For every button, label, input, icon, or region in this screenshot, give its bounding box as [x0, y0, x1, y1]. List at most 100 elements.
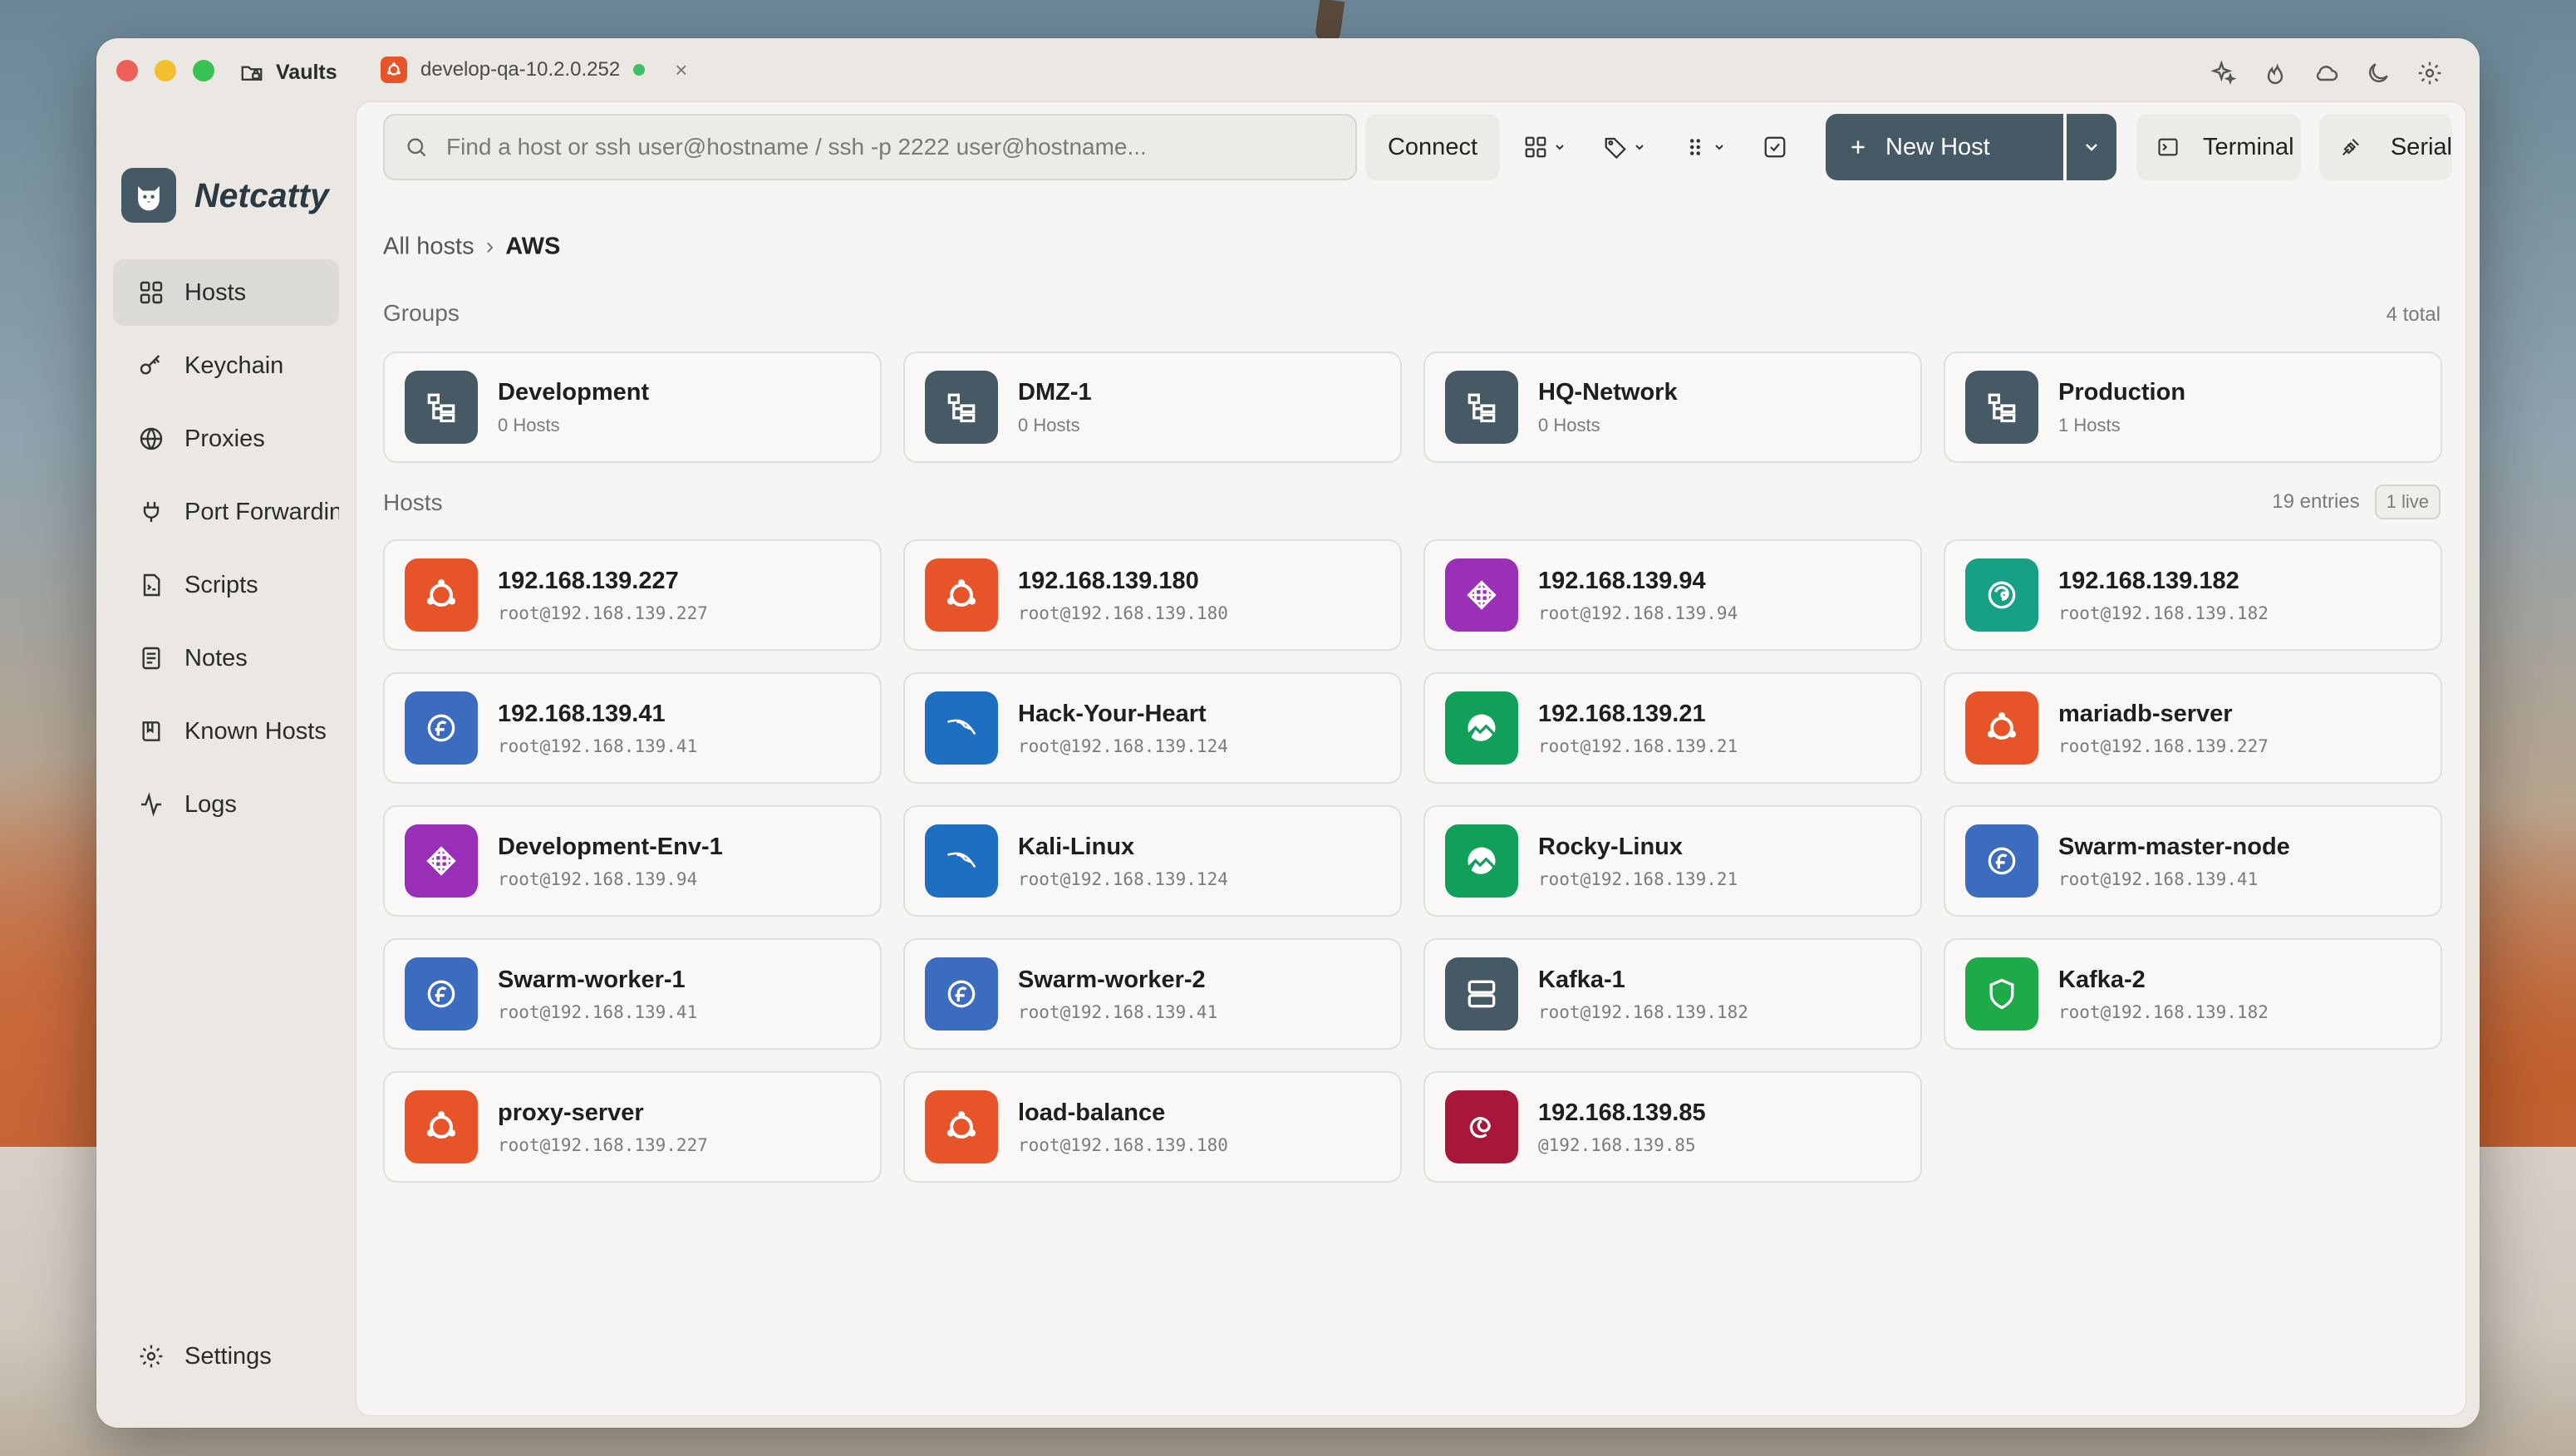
host-card[interactable]: load-balance root@192.168.139.180: [903, 1071, 1402, 1183]
new-host-label: New Host: [1885, 133, 1990, 160]
host-address: root@192.168.139.94: [1538, 603, 1738, 623]
select-mode-button[interactable]: [1762, 135, 1787, 160]
vaults-button[interactable]: Vaults: [239, 60, 337, 85]
hosts-section-label: Hosts: [383, 489, 443, 515]
host-card[interactable]: 192.168.139.41 root@192.168.139.41: [383, 672, 882, 784]
ubuntu-icon: [405, 1090, 478, 1163]
terminal-icon: [2158, 138, 2178, 156]
sort-dropdown[interactable]: [1683, 135, 1726, 160]
host-address: root@192.168.139.41: [2058, 868, 2259, 889]
chevron-down-icon: [1556, 145, 1564, 150]
toolbar: Connect New: [356, 102, 2465, 199]
minimize-window-button[interactable]: [155, 60, 176, 81]
sidebar-item-logs[interactable]: Logs: [113, 771, 339, 838]
groups-section-label: Groups: [383, 300, 460, 326]
sidebar-item-keychain[interactable]: Keychain: [113, 332, 339, 399]
host-card[interactable]: 192.168.139.180 root@192.168.139.180: [903, 539, 1402, 651]
group-tree-icon: [925, 371, 998, 444]
view-mode-dropdown[interactable]: [1523, 135, 1566, 160]
grid-icon: [1525, 136, 1546, 158]
group-card[interactable]: DMZ-1 0 Hosts: [903, 352, 1402, 463]
host-name: Swarm-worker-2: [1018, 966, 1206, 993]
host-card[interactable]: 192.168.139.227 root@192.168.139.227: [383, 539, 882, 651]
centos-icon: [1445, 558, 1518, 632]
host-card[interactable]: proxy-server root@192.168.139.227: [383, 1071, 882, 1183]
plug-icon: [143, 502, 160, 522]
host-card[interactable]: Development-Env-1 root@192.168.139.94: [383, 805, 882, 917]
sidebar-item-scripts[interactable]: Scripts: [113, 552, 339, 618]
host-address: root@192.168.139.41: [498, 735, 698, 756]
group-tree-icon: [1445, 371, 1518, 444]
host-card[interactable]: 192.168.139.182 root@192.168.139.182: [1944, 539, 2442, 651]
host-name: 192.168.139.21: [1538, 700, 1706, 727]
sidebar-item-label: Hosts: [184, 278, 247, 306]
host-address: root@192.168.139.21: [1538, 735, 1738, 756]
new-host-dropdown-button[interactable]: [2067, 114, 2116, 180]
terminal-button[interactable]: Terminal: [2136, 114, 2301, 180]
host-card[interactable]: Hack-Your-Heart root@192.168.139.124: [903, 672, 1402, 784]
new-host-button[interactable]: New Host: [1826, 114, 2063, 180]
gear-icon[interactable]: [2416, 60, 2443, 86]
host-card[interactable]: Kali-Linux root@192.168.139.124: [903, 805, 1402, 917]
connection-status-dot: [633, 64, 646, 76]
moon-icon[interactable]: [2365, 60, 2392, 86]
fedora-icon: [405, 691, 478, 765]
cloud-icon[interactable]: [2313, 60, 2340, 86]
host-name: load-balance: [1018, 1099, 1166, 1126]
host-name: Development-Env-1: [498, 833, 723, 860]
host-card[interactable]: Swarm-worker-1 root@192.168.139.41: [383, 938, 882, 1050]
group-card[interactable]: Development 0 Hosts: [383, 352, 882, 463]
session-tab[interactable]: develop-qa-10.2.0.252 ×: [381, 57, 687, 83]
cable-icon: [2342, 138, 2359, 156]
host-card[interactable]: Rocky-Linux root@192.168.139.21: [1423, 805, 1922, 917]
host-card[interactable]: mariadb-server root@192.168.139.227: [1944, 672, 2442, 784]
host-name: Kali-Linux: [1018, 833, 1135, 860]
host-card[interactable]: 192.168.139.85 @192.168.139.85: [1423, 1071, 1922, 1183]
book-icon: [142, 721, 160, 741]
globe-icon: [140, 427, 163, 450]
sidebar-item-label: Logs: [184, 790, 237, 818]
server-icon: [1445, 957, 1518, 1031]
script-icon: [143, 573, 160, 597]
sidebar-item-label: Proxies: [184, 425, 265, 452]
host-card[interactable]: Swarm-master-node root@192.168.139.41: [1944, 805, 2442, 917]
zoom-window-button[interactable]: [193, 60, 214, 81]
settings-button[interactable]: Settings: [113, 1323, 339, 1390]
ubuntu-icon: [925, 1090, 998, 1163]
sparkles-icon[interactable]: [2210, 60, 2237, 86]
title-bar: Vaults develop-qa-10.2.0.252 ×: [96, 38, 2480, 110]
breadcrumb-root[interactable]: All hosts: [383, 234, 474, 261]
hosts-count-label: 19 entries: [2272, 490, 2360, 513]
host-name: Swarm-master-node: [2058, 833, 2290, 860]
serial-button[interactable]: Serial: [2319, 114, 2452, 180]
flame-icon[interactable]: [2262, 60, 2288, 86]
group-card[interactable]: HQ-Network 0 Hosts: [1423, 352, 1922, 463]
sidebar-item-known-hosts[interactable]: Known Hosts: [113, 698, 339, 765]
sidebar-item-port-forwarding[interactable]: Port Forwarding: [113, 479, 339, 545]
host-name: 192.168.139.94: [1538, 567, 1706, 594]
groups-grid: Development 0 Hosts DMZ-1 0 Hosts HQ-Net…: [383, 352, 2442, 463]
group-card[interactable]: Production 1 Hosts: [1944, 352, 2442, 463]
close-tab-icon[interactable]: ×: [675, 57, 687, 83]
search-input[interactable]: [446, 134, 1319, 160]
live-badge[interactable]: 1 live: [2374, 485, 2441, 519]
host-card[interactable]: 192.168.139.94 root@192.168.139.94: [1423, 539, 1922, 651]
sidebar-item-proxies[interactable]: Proxies: [113, 406, 339, 472]
tag-filter-dropdown[interactable]: [1603, 135, 1646, 160]
sidebar-item-hosts[interactable]: Hosts: [113, 259, 339, 326]
connect-button[interactable]: Connect: [1365, 114, 1500, 180]
host-address: root@192.168.139.94: [498, 868, 698, 889]
ubuntu-icon: [405, 558, 478, 632]
host-card[interactable]: Kafka-2 root@192.168.139.182: [1944, 938, 2442, 1050]
host-name: 192.168.139.180: [1018, 567, 1199, 594]
close-window-button[interactable]: [116, 60, 138, 81]
breadcrumb: All hosts › AWS: [383, 234, 560, 261]
sidebar-item-notes[interactable]: Notes: [113, 625, 339, 691]
host-card[interactable]: Swarm-worker-2 root@192.168.139.41: [903, 938, 1402, 1050]
search-icon: [407, 138, 426, 157]
tag-icon: [1605, 137, 1626, 160]
host-card[interactable]: Kafka-1 root@192.168.139.182: [1423, 938, 1922, 1050]
host-card[interactable]: 192.168.139.21 root@192.168.139.21: [1423, 672, 1922, 784]
host-address: root@192.168.139.182: [1538, 1001, 1748, 1022]
chevron-down-icon: [2086, 144, 2097, 151]
